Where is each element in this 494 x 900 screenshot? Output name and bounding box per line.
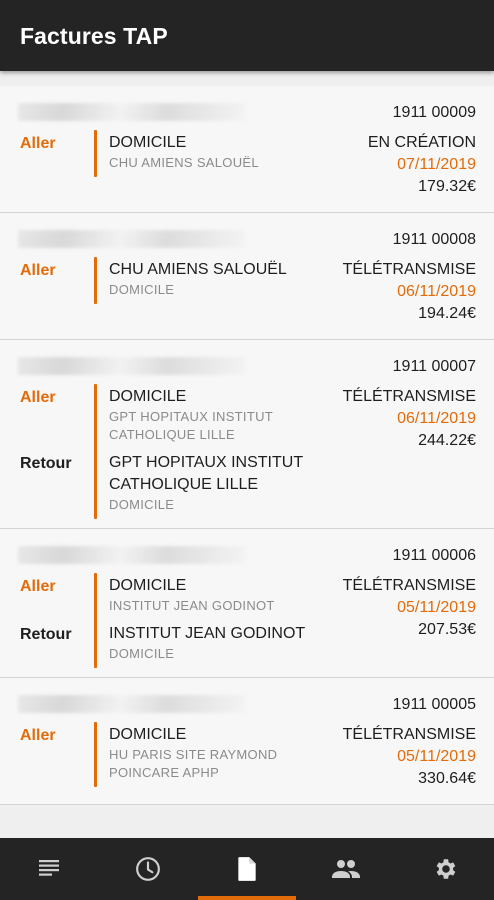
invoice-status: TÉLÉTRANSMISE [342,388,476,405]
trip-direction-label: Retour [20,626,72,643]
trip-destination: DOMICILE [109,282,175,297]
trip-destination: GPT HOPITAUX INSTITUT CATHOLIQUE LILLE [109,409,273,442]
trip-legs: Aller DOMICILE CHU AMIENS SALOUËL [20,129,326,198]
invoice-date: 06/11/2019 [397,410,476,427]
nav-button-document[interactable] [197,838,297,900]
trip-leg: Aller CHU AMIENS SALOUËL DOMICILE [20,256,326,299]
invoice-status: EN CRÉATION [367,134,476,151]
invoice-card[interactable]: 1911 00006 Aller DOMICILE INSTITUT JEAN GOD… [0,529,494,678]
trip-accent-bar [94,384,97,519]
invoice-status: TÉLÉTRANSMISE [342,261,476,278]
invoice-header-row: 1911 00007 [18,355,476,383]
invoice-summary: TÉLÉTRANSMISE 06/11/2019 244.22€ [326,383,476,514]
app-bar: Factures TAP [0,0,494,71]
trip-leg: Retour GPT HOPITAUX INSTITUT CATHOLIQUE L… [20,449,326,514]
invoice-card[interactable]: 1911 00007 Aller DOMICILE GPT HOPITAUX INST… [0,340,494,529]
trip-accent-bar [94,722,97,787]
trip-leg: Retour INSTITUT JEAN GODINOT DOMICILE [20,620,326,663]
trip-direction-label: Aller [20,135,56,152]
nav-button-list[interactable] [0,838,99,900]
trip-legs: Aller CHU AMIENS SALOUËL DOMICILE [20,256,326,325]
invoice-header-row: 1911 00008 [18,228,476,256]
nav-button-gear[interactable] [395,838,494,900]
invoice-header-row: 1911 00009 [18,101,476,129]
invoice-number: 1911 00005 [392,696,476,713]
trip-origin: CHU AMIENS SALOUËL [109,261,287,278]
trip-destination: CHU AMIENS SALOUËL [109,155,259,170]
trip-leg: Aller DOMICILE INSTITUT JEAN GODINOT [20,572,326,615]
trip-origin: DOMICILE [109,388,187,405]
invoice-number: 1911 00006 [392,547,476,564]
bottom-navigation [0,838,494,900]
redacted-patient-name [18,103,246,121]
invoice-summary: TÉLÉTRANSMISE 05/11/2019 330.64€ [326,721,476,790]
redacted-patient-name [18,357,246,375]
invoice-date: 07/11/2019 [397,156,476,173]
trip-direction-label: Aller [20,262,56,279]
redacted-patient-name [18,695,246,713]
trip-origin: DOMICILE [109,726,187,743]
invoice-status: TÉLÉTRANSMISE [342,726,476,743]
trip-destination: HU PARIS SITE RAYMOND POINCARE APHP [109,747,278,780]
trip-legs: Aller DOMICILE GPT HOPITAUX INSTITUT CATHO… [20,383,326,519]
trip-leg: Aller DOMICILE CHU AMIENS SALOUËL [20,129,326,172]
trip-direction-label: Retour [20,455,72,472]
invoice-card[interactable]: 1911 00008 Aller CHU AMIENS SALOUËL DOMICIL… [0,213,494,340]
invoice-summary: TÉLÉTRANSMISE 05/11/2019 207.53€ [326,572,476,663]
invoice-card[interactable]: 1911 00009 Aller DOMICILE CHU AMIENS SALOUË… [0,86,494,213]
trip-origin: GPT HOPITAUX INSTITUT CATHOLIQUE LILLE [109,454,303,493]
nav-button-people[interactable] [296,838,395,900]
redacted-patient-name [18,230,246,248]
invoice-date: 06/11/2019 [397,283,476,300]
invoice-header-row: 1911 00005 [18,693,476,721]
invoice-amount: 244.22€ [418,432,476,449]
trip-destination: INSTITUT JEAN GODINOT [109,598,275,613]
trip-origin: DOMICILE [109,577,187,594]
document-icon [236,856,258,882]
invoice-status: TÉLÉTRANSMISE [342,577,476,594]
invoice-list[interactable]: 1911 00009 Aller DOMICILE CHU AMIENS SALOUË… [0,86,494,838]
invoice-number: 1911 00009 [392,104,476,121]
page-title: Factures TAP [20,23,168,49]
trip-leg: Aller DOMICILE GPT HOPITAUX INSTITUT CATHO… [20,383,326,444]
trip-direction-label: Aller [20,727,56,744]
trip-origin: DOMICILE [109,134,187,151]
trip-accent-bar [94,573,97,668]
gear-icon [432,856,458,882]
trip-direction-label: Aller [20,389,56,406]
invoice-number: 1911 00007 [392,358,476,375]
trip-direction-label: Aller [20,578,56,595]
list-icon [37,857,61,881]
invoice-summary: EN CRÉATION 07/11/2019 179.32€ [326,129,476,198]
trip-legs: Aller DOMICILE INSTITUT JEAN GODINOT Retour… [20,572,326,668]
trip-accent-bar [94,257,97,304]
invoice-summary: TÉLÉTRANSMISE 06/11/2019 194.24€ [326,256,476,325]
trip-destination: DOMICILE [109,646,175,661]
invoice-card[interactable]: 1911 00005 Aller DOMICILE HU PARIS SITE RAY… [0,678,494,805]
trip-destination: DOMICILE [109,497,175,512]
trip-legs: Aller DOMICILE HU PARIS SITE RAYMOND POINC… [20,721,326,790]
redacted-patient-name [18,546,246,564]
clock-icon [135,856,161,882]
invoice-number: 1911 00008 [392,231,476,248]
invoice-amount: 207.53€ [418,621,476,638]
invoice-amount: 179.32€ [418,178,476,195]
people-icon [331,858,361,880]
trip-leg: Aller DOMICILE HU PARIS SITE RAYMOND POINC… [20,721,326,782]
trip-accent-bar [94,130,97,177]
invoice-date: 05/11/2019 [397,599,476,616]
invoice-amount: 194.24€ [418,305,476,322]
invoice-amount: 330.64€ [418,770,476,787]
invoice-header-row: 1911 00006 [18,544,476,572]
nav-button-clock[interactable] [99,838,198,900]
invoice-date: 05/11/2019 [397,748,476,765]
trip-origin: INSTITUT JEAN GODINOT [109,625,306,642]
